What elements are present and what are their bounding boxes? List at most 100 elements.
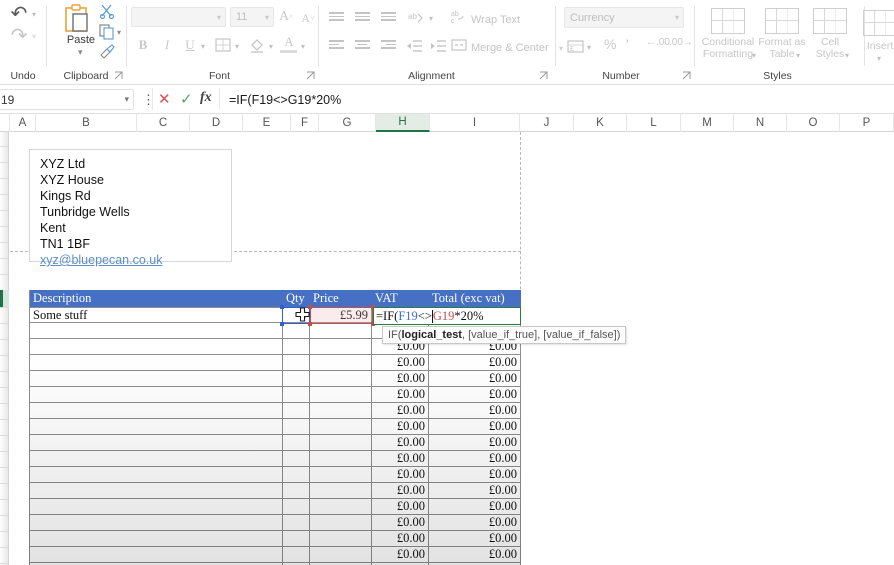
company-address-block[interactable]: XYZ Ltd XYZ House Kings Rd Tunbridge Wel… [29, 149, 232, 267]
increase-indent-icon[interactable] [431, 40, 447, 58]
invoice-table-row[interactable]: £0.00£0.00 [29, 403, 521, 419]
email-link[interactable]: xyz@bluepecan.co.uk [40, 252, 231, 268]
invoice-table-row[interactable]: £0.00£0.00 [29, 371, 521, 387]
invoice-cell-price[interactable] [310, 547, 372, 563]
cancel-x-icon[interactable]: ✕ [158, 90, 171, 108]
invoice-cell-total[interactable]: £0.00 [429, 547, 521, 563]
invoice-cell-description[interactable] [29, 371, 283, 387]
invoice-cell-price[interactable] [310, 451, 372, 467]
undo-arrow-icon[interactable]: ↶ [8, 4, 30, 24]
invoice-cell-qty[interactable] [283, 547, 310, 563]
invoice-cell-description[interactable] [29, 435, 283, 451]
column-header-N[interactable]: N [734, 114, 787, 132]
align-right-icon[interactable] [381, 40, 396, 53]
invoice-cell-price[interactable] [310, 371, 372, 387]
invoice-table-row[interactable]: £0.00£0.00 [29, 419, 521, 435]
italic-button[interactable]: I [159, 36, 175, 54]
decrease-decimal-button[interactable]: .00→ [669, 37, 693, 48]
invoice-table-row[interactable]: £0.00£0.00 [29, 467, 521, 483]
clipboard-icon[interactable] [61, 4, 95, 34]
font-name-combobox[interactable]: ▾ [131, 7, 226, 27]
invoice-cell-price[interactable] [310, 403, 372, 419]
column-header-I[interactable]: I [430, 114, 520, 132]
invoice-cell-description[interactable] [29, 499, 283, 515]
cell-styles-button[interactable]: Cell Styles [799, 8, 861, 60]
invoice-cell-qty[interactable] [283, 531, 310, 547]
name-box-chevron-down-icon[interactable]: ▾ [124, 94, 129, 105]
scissors-icon[interactable] [99, 3, 115, 24]
row-header-strip[interactable] [0, 132, 9, 565]
column-header-D[interactable]: D [190, 114, 243, 132]
invoice-cell-price[interactable] [310, 483, 372, 499]
undo-dropdown-chevron-down-icon[interactable]: ▾ [32, 10, 36, 19]
name-box[interactable]: 19 ▾ [0, 89, 134, 110]
column-header-O[interactable]: O [787, 114, 840, 132]
number-format-combobox[interactable]: Currency ▾ [564, 7, 684, 28]
invoice-cell-total[interactable]: £0.00 [429, 451, 521, 467]
align-bottom-icon[interactable] [381, 12, 396, 25]
wrap-text-icon[interactable]: ab c [451, 10, 466, 30]
column-header-L[interactable]: L [627, 114, 681, 132]
conditional-formatting-button[interactable]: Conditional Formatting [697, 8, 759, 60]
invoice-cell-qty[interactable] [283, 355, 310, 371]
invoice-table-row[interactable]: £0.00£0.00 [29, 387, 521, 403]
borders-chevron-down-icon[interactable]: ▾ [235, 42, 239, 51]
underline-chevron-down-icon[interactable]: ▾ [201, 42, 205, 51]
invoice-cell-qty[interactable] [283, 371, 310, 387]
invoice-cell-price[interactable]: £5.99 [310, 307, 372, 323]
fx-icon[interactable]: fx [200, 90, 212, 106]
column-header-A[interactable]: A [10, 114, 36, 132]
merge-center-label[interactable]: Merge & Center [471, 42, 549, 54]
invoice-cell-price[interactable] [310, 355, 372, 371]
in-cell-formula-editor[interactable]: =IF(F19 <> G19 *20% [373, 307, 521, 325]
fill-color-icon[interactable] [249, 37, 265, 58]
invoice-cell-qty[interactable] [283, 323, 310, 339]
invoice-cell-price[interactable] [310, 515, 372, 531]
insert-button[interactable]: Insert [849, 40, 894, 52]
clipboard-dialog-launcher[interactable] [114, 71, 123, 82]
invoice-table-row[interactable]: £0.00£0.00 [29, 355, 521, 371]
invoice-cell-description[interactable] [29, 547, 283, 563]
fill-color-chevron-down-icon[interactable]: ▾ [269, 42, 273, 51]
number-format-chevron-down-icon[interactable]: ▾ [675, 13, 683, 22]
invoice-cell-description[interactable] [29, 339, 283, 355]
invoice-cell-total[interactable]: £0.00 [429, 499, 521, 515]
invoice-cell-vat[interactable]: £0.00 [372, 387, 429, 403]
comma-style-button[interactable]: ' [626, 36, 629, 52]
invoice-cell-total[interactable]: £0.00 [429, 403, 521, 419]
accounting-chevron-down-icon[interactable]: ▾ [587, 43, 591, 52]
grow-font-button[interactable]: A ^ [277, 8, 295, 26]
invoice-table-row[interactable]: £0.00£0.00 [29, 515, 521, 531]
invoice-cell-total[interactable]: £0.00 [429, 435, 521, 451]
column-header-C[interactable]: C [137, 114, 190, 132]
invoice-cell-vat[interactable]: £0.00 [372, 499, 429, 515]
orientation-icon[interactable]: ab [407, 10, 424, 31]
invoice-cell-price[interactable] [310, 531, 372, 547]
invoice-cell-vat[interactable]: £0.00 [372, 467, 429, 483]
invoice-cell-total[interactable]: £0.00 [429, 419, 521, 435]
paste-dropdown-chevron-down-icon[interactable]: ▾ [78, 47, 83, 58]
formula-input[interactable]: =IF(F19<>G19*20% [225, 89, 890, 110]
align-top-icon[interactable] [329, 12, 344, 25]
invoice-cell-price[interactable] [310, 467, 372, 483]
invoice-table-row[interactable]: £0.00£0.00 [29, 499, 521, 515]
invoice-cell-total[interactable]: £0.00 [429, 387, 521, 403]
more-options-icon[interactable]: ⋮ [142, 92, 155, 108]
column-header-P[interactable]: P [840, 114, 894, 132]
wrap-text-label[interactable]: Wrap Text [471, 14, 520, 26]
invoice-cell-description[interactable] [29, 323, 283, 339]
borders-icon[interactable] [215, 38, 231, 57]
invoice-cell-vat[interactable]: £0.00 [372, 531, 429, 547]
merge-center-icon[interactable] [451, 38, 467, 57]
invoice-cell-total[interactable]: £0.00 [429, 515, 521, 531]
align-middle-icon[interactable] [355, 12, 370, 25]
copy-dropdown-chevron-down-icon[interactable]: ▾ [117, 28, 121, 37]
invoice-cell-price[interactable] [310, 499, 372, 515]
invoice-cell-qty[interactable] [283, 435, 310, 451]
invoice-cell-qty[interactable] [283, 403, 310, 419]
percent-style-button[interactable]: % [604, 36, 616, 52]
invoice-cell-total[interactable]: £0.00 [429, 467, 521, 483]
invoice-cell-description[interactable]: Some stuff [29, 307, 283, 323]
invoice-cell-qty[interactable] [283, 387, 310, 403]
invoice-cell-description[interactable] [29, 451, 283, 467]
